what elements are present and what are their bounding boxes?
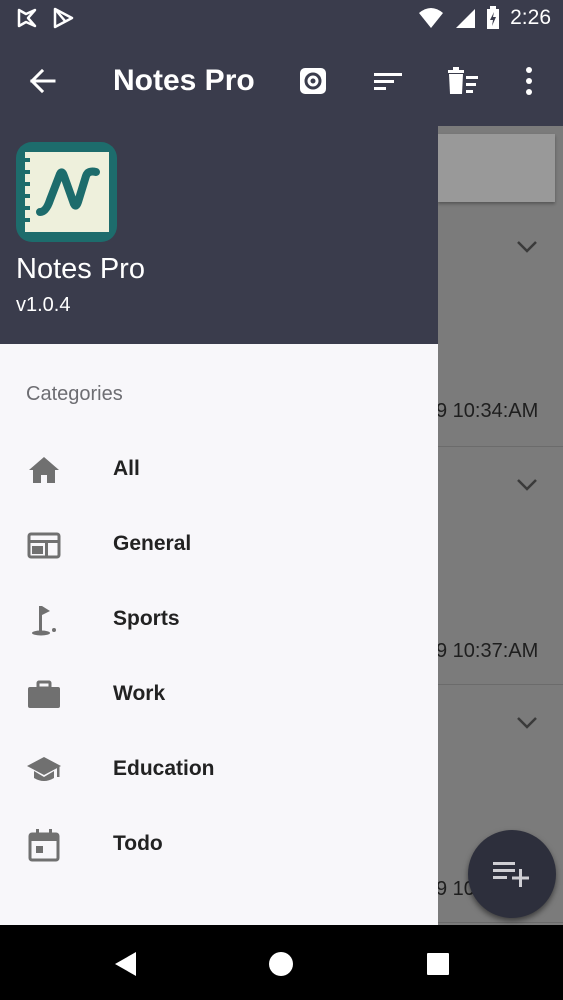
drawer-item-general[interactable]: General bbox=[0, 507, 438, 581]
playlist-add-icon bbox=[493, 862, 529, 887]
more-vert-icon[interactable] bbox=[512, 64, 546, 98]
drawer-item-all[interactable]: All bbox=[0, 432, 438, 506]
web-icon bbox=[27, 532, 61, 559]
drawer-header: Notes Pro v1.0.4 bbox=[0, 126, 438, 344]
school-icon bbox=[27, 757, 61, 781]
drawer-item-education[interactable]: Education bbox=[0, 732, 438, 806]
delete-sort-icon[interactable] bbox=[446, 64, 480, 98]
settings-icon[interactable] bbox=[296, 64, 330, 98]
chevron-down-icon bbox=[517, 241, 537, 253]
drawer-item-label: Education bbox=[113, 757, 215, 780]
drawer-item-todo[interactable]: Todo bbox=[0, 807, 438, 881]
signal-icon bbox=[456, 9, 476, 28]
status-bar: 2:26 bbox=[0, 0, 563, 38]
drawer-item-label: Todo bbox=[113, 832, 163, 855]
drawer-item-label: All bbox=[113, 457, 140, 480]
app-bar: Notes Pro bbox=[0, 38, 563, 126]
status-time: 2:26 bbox=[510, 6, 551, 29]
drawer-item-work[interactable]: Work bbox=[0, 657, 438, 731]
battery-charging-icon bbox=[487, 6, 500, 29]
nav-home-icon[interactable] bbox=[267, 950, 295, 978]
wifi-icon bbox=[419, 8, 444, 28]
drawer-item-label: General bbox=[113, 532, 192, 555]
app-logo bbox=[16, 142, 117, 242]
search-bar-background bbox=[438, 134, 555, 202]
play-store-icon bbox=[53, 7, 74, 29]
notes-list-background: 9 10:34:AM 9 10:37:AM 9 10 bbox=[438, 126, 563, 925]
home-icon bbox=[29, 457, 59, 483]
drawer-item-label: Sports bbox=[113, 607, 180, 630]
note-date: 9 10:34:AM bbox=[438, 400, 539, 422]
drawer-app-name: Notes Pro bbox=[16, 253, 145, 285]
golf-icon bbox=[32, 606, 56, 636]
note-card: 9 10:34:AM bbox=[438, 210, 563, 447]
nav-recents-icon[interactable] bbox=[424, 950, 452, 978]
back-arrow-icon[interactable] bbox=[26, 64, 60, 98]
note-date: 9 10:37:AM bbox=[438, 640, 539, 662]
drawer-item-label: Work bbox=[113, 682, 166, 705]
chevron-down-icon bbox=[517, 479, 537, 491]
system-navigation-bar bbox=[0, 925, 563, 1000]
note-card: 9 10:37:AM bbox=[438, 448, 563, 685]
categories-heading: Categories bbox=[26, 383, 123, 405]
add-note-fab[interactable] bbox=[468, 830, 556, 918]
chevron-down-icon bbox=[517, 717, 537, 729]
navigation-drawer: Categories All General Sports Work Educa… bbox=[0, 344, 438, 925]
play-protect-icon bbox=[17, 8, 37, 28]
drawer-app-version: v1.0.4 bbox=[16, 294, 71, 316]
app-bar-title: Notes Pro bbox=[113, 64, 255, 97]
nav-back-icon[interactable] bbox=[112, 950, 140, 978]
briefcase-icon bbox=[28, 680, 60, 708]
calendar-icon bbox=[28, 829, 60, 862]
drawer-item-sports[interactable]: Sports bbox=[0, 582, 438, 656]
sort-icon[interactable] bbox=[372, 64, 406, 98]
